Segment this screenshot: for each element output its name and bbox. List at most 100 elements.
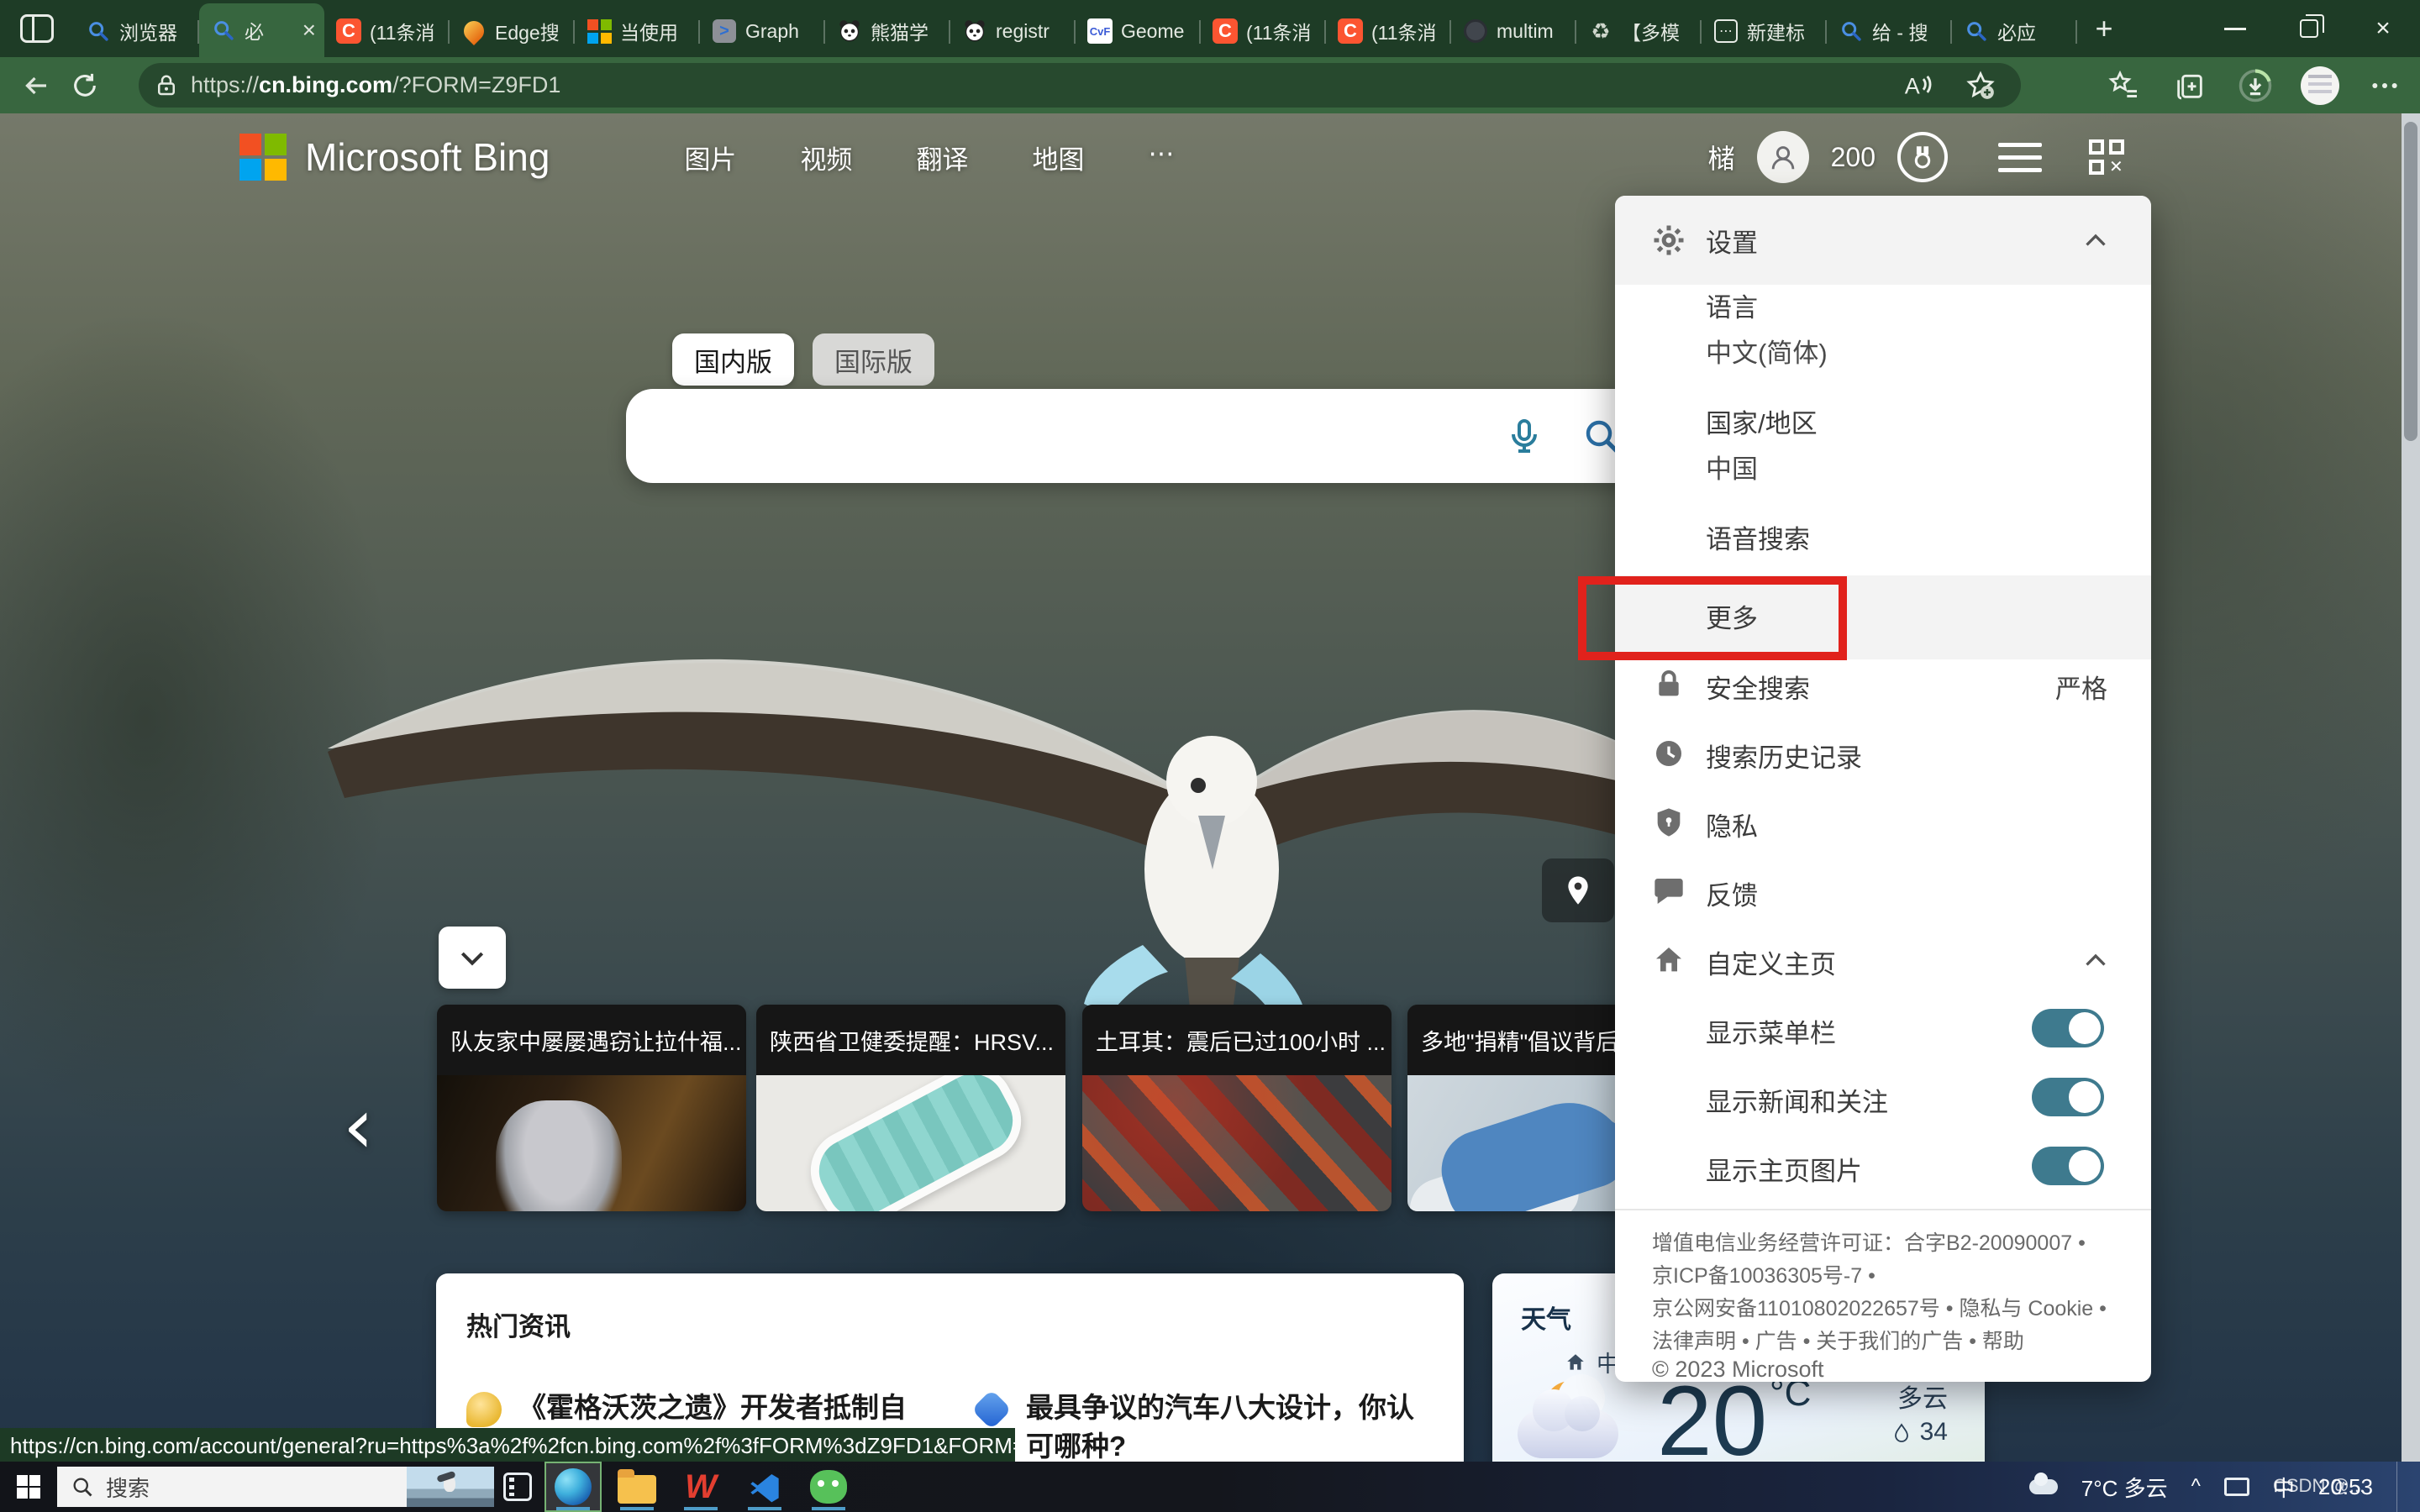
tab[interactable]: C(11条消	[1326, 5, 1451, 57]
scroll-down-button[interactable]	[439, 927, 506, 989]
back-button[interactable]	[12, 64, 60, 108]
menu-item-voice-search[interactable]: 语音搜索	[1706, 518, 1810, 556]
mic-icon[interactable]	[1504, 416, 1544, 456]
menu-item-search-history[interactable]: 搜索历史记录	[1706, 737, 1862, 774]
toggle-home-image[interactable]	[2032, 1147, 2104, 1185]
refresh-button[interactable]	[60, 64, 109, 108]
rewards-points[interactable]: 200	[1831, 142, 1876, 173]
taskbar-app-wps[interactable]: W	[674, 1463, 728, 1510]
account-name[interactable]: 槠	[1708, 138, 1735, 176]
tray-monitor-icon[interactable]	[2224, 1478, 2249, 1496]
menu-item-region-value[interactable]: 中国	[1706, 448, 1758, 486]
menu-item-privacy[interactable]: 隐私	[1706, 806, 1758, 843]
nav-maps[interactable]: 地图	[1032, 139, 1084, 176]
tab-international[interactable]: 国际版	[813, 333, 934, 386]
wps-icon: W	[685, 1468, 717, 1506]
start-button[interactable]	[0, 1462, 57, 1512]
tab[interactable]: 浏览器	[74, 5, 199, 57]
tab[interactable]: 当使用	[575, 5, 700, 57]
search-icon	[1964, 18, 1989, 44]
csdn-watermark: CSDN @...	[2273, 1475, 2365, 1497]
restore-button[interactable]	[2272, 0, 2346, 57]
search-input[interactable]	[626, 389, 1655, 483]
status-bar-url: https://cn.bing.com/account/general?ru=h…	[0, 1428, 1015, 1463]
menu-item-safe-search[interactable]: 安全搜索	[1706, 668, 1810, 706]
tray-weather[interactable]: 7°C 多云	[2081, 1472, 2168, 1503]
menu-item-feedback[interactable]: 反馈	[1706, 874, 1758, 912]
tab[interactable]: >Graph	[700, 5, 825, 57]
rewards-medal-icon[interactable]	[1897, 132, 1948, 182]
tab[interactable]: C(11条消	[1201, 5, 1326, 57]
taskbar-app-explorer[interactable]	[610, 1463, 664, 1510]
tab[interactable]: multim	[1451, 5, 1576, 57]
settings-more-button[interactable]	[2365, 66, 2405, 106]
tab[interactable]: 必应	[1952, 5, 2077, 57]
tab[interactable]: CvFGeome	[1076, 5, 1201, 57]
tab-workspaces-button[interactable]	[0, 0, 74, 57]
nav-translate[interactable]: 翻译	[916, 139, 968, 176]
tab-close-icon[interactable]: ×	[302, 18, 316, 42]
tab[interactable]: C(11条消	[324, 5, 450, 57]
tray-chevron-up-icon[interactable]: ^	[2191, 1475, 2201, 1499]
safe-search-value: 严格	[2055, 668, 2107, 706]
show-desktop-button[interactable]	[2396, 1462, 2403, 1512]
bing-logo[interactable]: Microsoft Bing	[239, 134, 550, 181]
tab[interactable]: 给 - 搜	[1827, 5, 1952, 57]
tab[interactable]: ⋯新建标	[1702, 5, 1827, 57]
tab[interactable]: 熊猫学	[825, 5, 950, 57]
taskbar-app-vscode[interactable]	[738, 1463, 792, 1510]
nav-videos[interactable]: 视频	[800, 139, 852, 176]
close-button[interactable]: ×	[2346, 0, 2420, 57]
toggle-news[interactable]	[2032, 1078, 2104, 1116]
menu-item-region-label: 国家/地区	[1706, 402, 1818, 440]
account-avatar[interactable]	[1757, 131, 1809, 183]
legal-text[interactable]: 增值电信业务经营许可证：合字B2-20090007 • 京ICP备1003630…	[1652, 1227, 2123, 1358]
hamburger-icon[interactable]	[1998, 143, 2042, 172]
taskbar-search[interactable]: 搜索	[57, 1467, 494, 1507]
search-highlight-image[interactable]	[407, 1467, 494, 1507]
news-source-icon	[466, 1392, 502, 1427]
toggle-menu-bar[interactable]	[2032, 1009, 2104, 1047]
add-favorite-button[interactable]	[1960, 66, 2001, 106]
news-card[interactable]: 陕西省卫健委提醒：HRSV...	[756, 1005, 1065, 1211]
taskbar-app-edge[interactable]	[546, 1463, 600, 1510]
menu-item-language-value[interactable]: 中文(简体)	[1706, 332, 1828, 370]
qr-icon[interactable]	[2089, 139, 2124, 175]
tab-active[interactable]: 必×	[199, 3, 324, 57]
minimize-button[interactable]	[2198, 0, 2272, 57]
new-tab-button[interactable]: +	[2077, 0, 2131, 57]
screen: Microsoft Bing 图片 视频 翻译 地图 ⋯ 槠 200	[0, 0, 2420, 1512]
address-bar[interactable]: https://cn.bing.com/?FORM=Z9FD1 A	[139, 63, 2021, 108]
task-view-button[interactable]	[494, 1462, 541, 1512]
tab[interactable]: Edge搜	[450, 5, 575, 57]
menu-item-customize-home[interactable]: 自定义主页	[1706, 943, 1836, 981]
panda-icon	[837, 18, 862, 44]
news-card[interactable]: 土耳其：震后已过100小时 ...	[1082, 1005, 1392, 1211]
news-card-image	[1082, 1075, 1392, 1211]
hot-news-item[interactable]: 最具争议的汽车八大设计，你认可哪种? 车有料 · 1天	[974, 1389, 1428, 1462]
chevron-up-icon[interactable]	[2081, 946, 2111, 976]
tab[interactable]: registr	[950, 5, 1076, 57]
settings-header[interactable]: 设置	[1615, 196, 2151, 285]
chevron-up-icon[interactable]	[2081, 226, 2111, 256]
scrollbar-thumb[interactable]	[2404, 122, 2417, 441]
download-button[interactable]	[2235, 66, 2275, 106]
lock-icon[interactable]	[154, 73, 179, 98]
csdn-icon: C	[1338, 18, 1363, 44]
news-card[interactable]: 队友家中屡屡遇窃让拉什福...	[437, 1005, 746, 1211]
taskbar-app-wechat[interactable]	[802, 1463, 855, 1510]
tab-domestic[interactable]: 国内版	[672, 333, 794, 386]
collections-button[interactable]	[2170, 66, 2210, 106]
carousel-left-icon[interactable]: ‹	[343, 1088, 374, 1165]
nav-more-icon[interactable]: ⋯	[1148, 139, 1174, 176]
read-aloud-button[interactable]: A	[1897, 66, 1937, 106]
vscode-icon	[748, 1470, 781, 1504]
tab[interactable]: ♻【多模	[1576, 5, 1702, 57]
location-badge[interactable]	[1542, 858, 1614, 922]
favorites-button[interactable]	[2104, 66, 2144, 106]
page-scrollbar[interactable]	[2402, 113, 2420, 1462]
microsoft-logo-icon	[239, 134, 287, 181]
nav-images[interactable]: 图片	[684, 139, 736, 176]
browser-profile-avatar[interactable]	[2301, 66, 2339, 105]
comment-icon	[1652, 874, 1686, 908]
